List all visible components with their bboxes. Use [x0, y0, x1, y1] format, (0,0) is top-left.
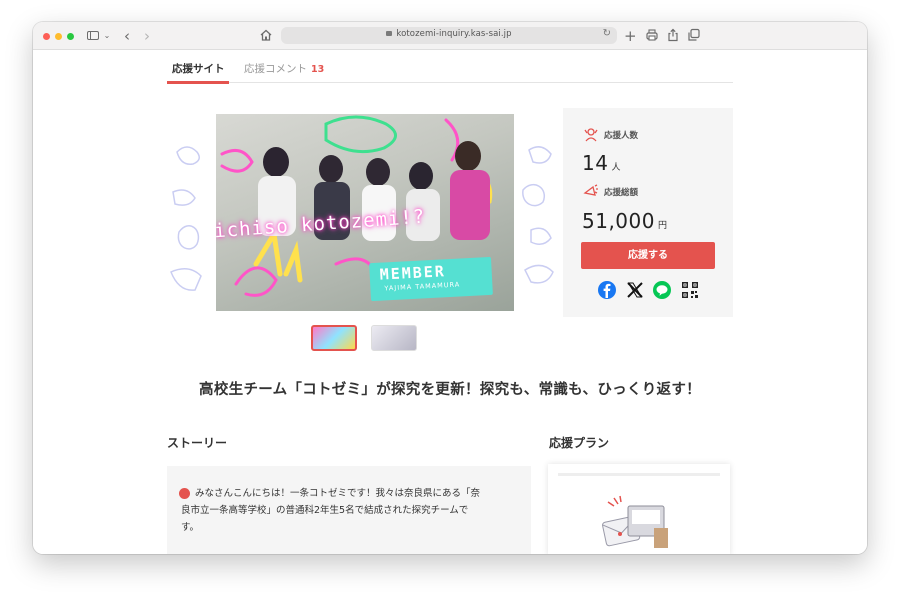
plan-thumbnail-illustration: [602, 495, 668, 548]
share-icon[interactable]: [666, 28, 680, 44]
facebook-icon[interactable]: [598, 281, 616, 299]
hero-thumbnail-2[interactable]: [371, 325, 417, 351]
tab-support-site[interactable]: 応援サイト: [172, 61, 225, 76]
zoom-window-button[interactable]: [67, 33, 74, 40]
url-text: kotozemi-inquiry.kas-sai.jp: [396, 29, 512, 39]
support-button[interactable]: 応援する: [581, 242, 715, 269]
home-icon[interactable]: [259, 28, 273, 44]
printer-icon[interactable]: [645, 28, 659, 44]
bullet-dot-icon: [179, 488, 190, 499]
close-window-button[interactable]: [43, 33, 50, 40]
browser-window: ⌄ ‹ › kotozemi-inquiry.kas-sai.jp ↻ + 応援…: [33, 22, 867, 554]
back-button[interactable]: ‹: [121, 28, 133, 44]
active-tab-indicator: [167, 81, 229, 84]
total-amount: 51,000 円: [582, 209, 668, 233]
web-page: 応援サイト 応援コメント 13 ichiso kotozemi!? MEMBER…: [33, 50, 867, 554]
support-plan-card[interactable]: [548, 464, 730, 554]
reload-icon[interactable]: ↻: [603, 28, 611, 39]
project-headline: 高校生チーム「コトゼミ」が探究を更新！探究も、常識も、ひっくり返す！: [199, 382, 701, 398]
x-icon[interactable]: [626, 281, 644, 299]
plan-card-divider: [558, 473, 720, 476]
browser-toolbar: ⌄ ‹ › kotozemi-inquiry.kas-sai.jp ↻ +: [33, 22, 867, 50]
sidebar-toggle-icon[interactable]: [86, 28, 100, 44]
member-title: MEMBER: [379, 262, 447, 284]
story-paragraph: みなさんこんにちは！一条コトゼミです！我々は奈良県にある「奈 良市立一条高等学校…: [181, 488, 481, 533]
minimize-window-button[interactable]: [55, 33, 62, 40]
chevron-down-icon[interactable]: ⌄: [103, 28, 111, 44]
support-stats-card: 応援人数 14 人 応援総額 51,000 円 応援する: [563, 108, 733, 317]
address-bar[interactable]: kotozemi-inquiry.kas-sai.jp ↻: [281, 27, 617, 44]
hero-thumbnail-1[interactable]: [311, 325, 357, 351]
story-section-title: ストーリー: [167, 436, 228, 450]
total-label: 応援総額: [604, 188, 639, 198]
tab-support-comments[interactable]: 応援コメント 13: [244, 61, 324, 76]
lock-icon: [386, 31, 393, 36]
tab-overview-icon[interactable]: [687, 28, 701, 44]
doodle-decoration-left: [170, 146, 202, 291]
qr-code-icon[interactable]: [681, 281, 699, 299]
line-icon[interactable]: [653, 281, 671, 299]
supporters-label: 応援人数: [604, 131, 639, 141]
supporters-count: 14 人: [582, 151, 621, 175]
story-card: みなさんこんにちは！一条コトゼミです！我々は奈良県にある「奈 良市立一条高等学校…: [167, 466, 531, 554]
project-hero-image[interactable]: ichiso kotozemi!? MEMBER YAJIMA TAMAMURA: [216, 114, 514, 311]
doodle-decoration-right: [522, 146, 554, 284]
page-tabs: 応援サイト 応援コメント 13: [167, 50, 733, 84]
supporters-icon: [584, 128, 598, 142]
new-tab-icon[interactable]: +: [624, 28, 637, 44]
member-plate: MEMBER YAJIMA TAMAMURA: [369, 256, 493, 302]
forward-button[interactable]: ›: [141, 28, 153, 44]
comments-count-badge: 13: [311, 64, 325, 75]
desktop: ⌄ ‹ › kotozemi-inquiry.kas-sai.jp ↻ + 応援…: [0, 0, 899, 598]
megaphone-icon: [583, 184, 598, 196]
plans-section-title: 応援プラン: [549, 436, 610, 450]
